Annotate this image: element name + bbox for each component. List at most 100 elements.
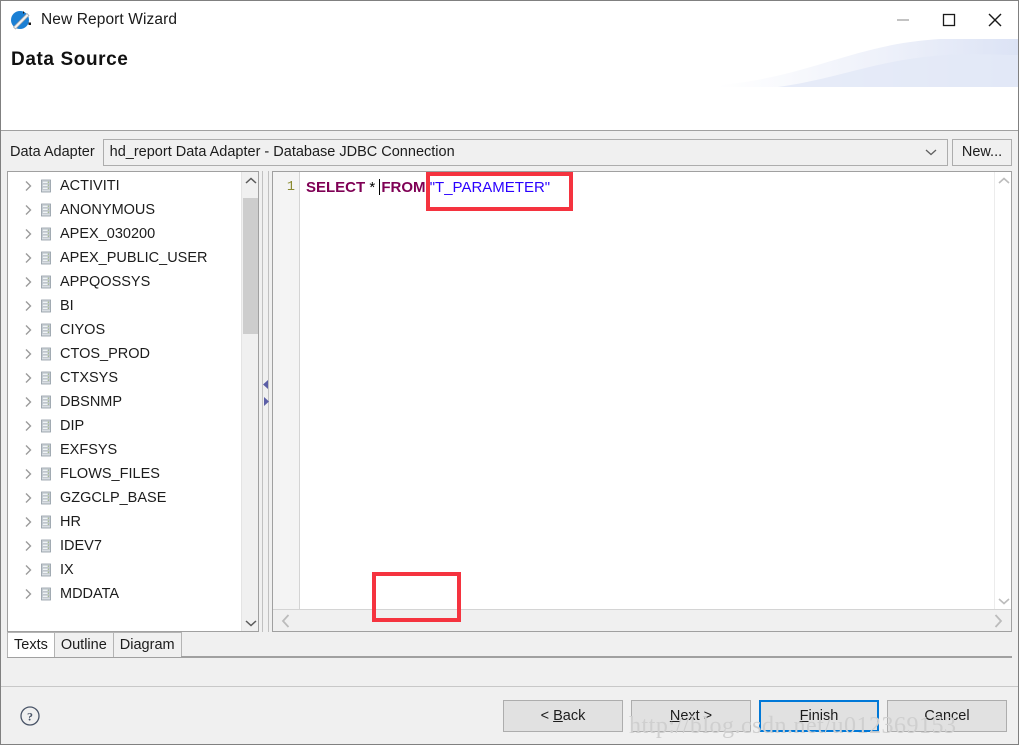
- database-schema-icon: [38, 586, 54, 602]
- finish-button[interactable]: Finish: [759, 699, 879, 732]
- sql-code-line: SELECT * FROM "T_PARAMETER": [306, 177, 994, 198]
- tree-item[interactable]: HR: [8, 510, 241, 534]
- tree-item[interactable]: DBSNMP: [8, 390, 241, 414]
- chevron-right-icon[interactable]: [20, 588, 36, 600]
- maximize-icon[interactable]: [926, 1, 972, 39]
- tree-item[interactable]: BI: [8, 294, 241, 318]
- tree-item[interactable]: FLOWS_FILES: [8, 462, 241, 486]
- tree-item[interactable]: CIYOS: [8, 318, 241, 342]
- tree-item[interactable]: CTXSYS: [8, 366, 241, 390]
- tree-item-label: BI: [60, 298, 74, 314]
- tree-item[interactable]: APEX_030200: [8, 222, 241, 246]
- back-button[interactable]: < Back: [503, 699, 623, 732]
- tree-item-label: IDEV7: [60, 538, 102, 554]
- tab-outline[interactable]: Outline: [53, 632, 114, 657]
- new-report-wizard-dialog: New Report Wizard Data Source Data Adapt…: [0, 0, 1019, 745]
- minimize-icon[interactable]: [880, 1, 926, 39]
- line-number: 1: [286, 180, 295, 195]
- tree-item-label: DIP: [60, 418, 85, 434]
- tree-item[interactable]: APEX_PUBLIC_USER: [8, 246, 241, 270]
- database-schema-icon: [38, 322, 54, 338]
- database-schema-icon: [38, 226, 54, 242]
- chevron-right-icon[interactable]: [20, 180, 36, 192]
- button-label: < Back: [540, 707, 586, 724]
- scroll-down-icon[interactable]: [242, 614, 258, 631]
- chevron-right-icon[interactable]: [20, 444, 36, 456]
- tree-item[interactable]: ACTIVITI: [8, 174, 241, 198]
- tree-item[interactable]: IX: [8, 558, 241, 582]
- next-button[interactable]: Next >: [631, 699, 751, 732]
- database-schema-icon: [38, 178, 54, 194]
- tab-texts[interactable]: Texts: [7, 632, 55, 657]
- database-schema-icon: [38, 370, 54, 386]
- new-data-adapter-button[interactable]: New...: [952, 138, 1012, 166]
- chevron-right-icon[interactable]: [20, 324, 36, 336]
- data-adapter-label: Data Adapter: [10, 144, 95, 160]
- tree-item-label: APEX_030200: [60, 226, 156, 242]
- panes-splitter[interactable]: [259, 171, 272, 632]
- window-controls: [880, 1, 1018, 39]
- help-icon[interactable]: ?: [19, 705, 41, 727]
- chevron-right-icon[interactable]: [20, 516, 36, 528]
- database-schema-icon: [38, 202, 54, 218]
- chevron-right-icon[interactable]: [20, 420, 36, 432]
- tree-item[interactable]: EXFSYS: [8, 438, 241, 462]
- tab-bar-filler: [180, 632, 1012, 657]
- chevron-right-icon[interactable]: [20, 468, 36, 480]
- panes-container: ACTIVITI ANONYMOUS APEX_030200 APEX_PUBLIC_…: [7, 171, 1012, 632]
- scroll-down-icon[interactable]: [995, 592, 1012, 609]
- chevron-right-icon[interactable]: [20, 300, 36, 312]
- sql-code-area[interactable]: SELECT * FROM "T_PARAMETER": [300, 172, 994, 609]
- chevron-right-icon[interactable]: [20, 396, 36, 408]
- database-schema-icon: [38, 274, 54, 290]
- chevron-right-icon[interactable]: [20, 228, 36, 240]
- database-schema-icon: [38, 538, 54, 554]
- button-label: Finish: [799, 707, 839, 724]
- scroll-right-icon[interactable]: [987, 610, 1009, 631]
- chevron-right-icon[interactable]: [20, 252, 36, 264]
- chevron-right-icon[interactable]: [20, 492, 36, 504]
- chevron-right-icon[interactable]: [20, 348, 36, 360]
- tree-item[interactable]: GZGCLP_BASE: [8, 486, 241, 510]
- tree-item-label: ANONYMOUS: [60, 202, 156, 218]
- chevron-right-icon[interactable]: [20, 204, 36, 216]
- chevron-right-icon[interactable]: [20, 540, 36, 552]
- data-adapter-select[interactable]: hd_report Data Adapter - Database JDBC C…: [102, 138, 948, 166]
- tree-item-label: CTXSYS: [60, 370, 119, 386]
- tree-item[interactable]: ANONYMOUS: [8, 198, 241, 222]
- tree-scroll-thumb[interactable]: [243, 198, 258, 334]
- scroll-up-icon[interactable]: [995, 172, 1012, 189]
- tree-item-label: CIYOS: [60, 322, 106, 338]
- tree-item-label: HR: [60, 514, 81, 530]
- chevron-right-icon[interactable]: [20, 564, 36, 576]
- schema-tree-list[interactable]: ACTIVITI ANONYMOUS APEX_030200 APEX_PUBLIC_…: [8, 172, 241, 631]
- schema-tree-panel: ACTIVITI ANONYMOUS APEX_030200 APEX_PUBLIC_…: [7, 171, 259, 632]
- sql-keyword-select: SELECT: [306, 179, 366, 196]
- collapse-right-icon[interactable]: [263, 393, 269, 411]
- header-decoration-icon: [718, 39, 1018, 87]
- tree-item-label: FLOWS_FILES: [60, 466, 160, 482]
- editor-vertical-scrollbar[interactable]: [994, 172, 1011, 609]
- tree-item-label: DBSNMP: [60, 394, 123, 410]
- cancel-button[interactable]: Cancel: [887, 699, 1007, 732]
- tree-item[interactable]: CTOS_PROD: [8, 342, 241, 366]
- tree-vertical-scrollbar[interactable]: [241, 172, 258, 631]
- tree-item[interactable]: IDEV7: [8, 534, 241, 558]
- page-title: Data Source: [11, 49, 129, 70]
- editor-horizontal-scrollbar[interactable]: [273, 609, 1011, 631]
- chevron-right-icon[interactable]: [20, 276, 36, 288]
- scroll-up-icon[interactable]: [242, 172, 258, 189]
- window-title: New Report Wizard: [41, 11, 178, 28]
- chevron-right-icon[interactable]: [20, 372, 36, 384]
- tree-item[interactable]: MDDATA: [8, 582, 241, 606]
- tree-item[interactable]: DIP: [8, 414, 241, 438]
- tree-item-label: APPQOSSYS: [60, 274, 151, 290]
- tree-item[interactable]: APPQOSSYS: [8, 270, 241, 294]
- database-schema-icon: [38, 442, 54, 458]
- database-schema-icon: [38, 418, 54, 434]
- collapse-left-icon[interactable]: [263, 376, 269, 394]
- close-icon[interactable]: [972, 1, 1018, 39]
- tab-diagram[interactable]: Diagram: [112, 632, 182, 657]
- scroll-left-icon[interactable]: [275, 610, 297, 631]
- database-schema-icon: [38, 466, 54, 482]
